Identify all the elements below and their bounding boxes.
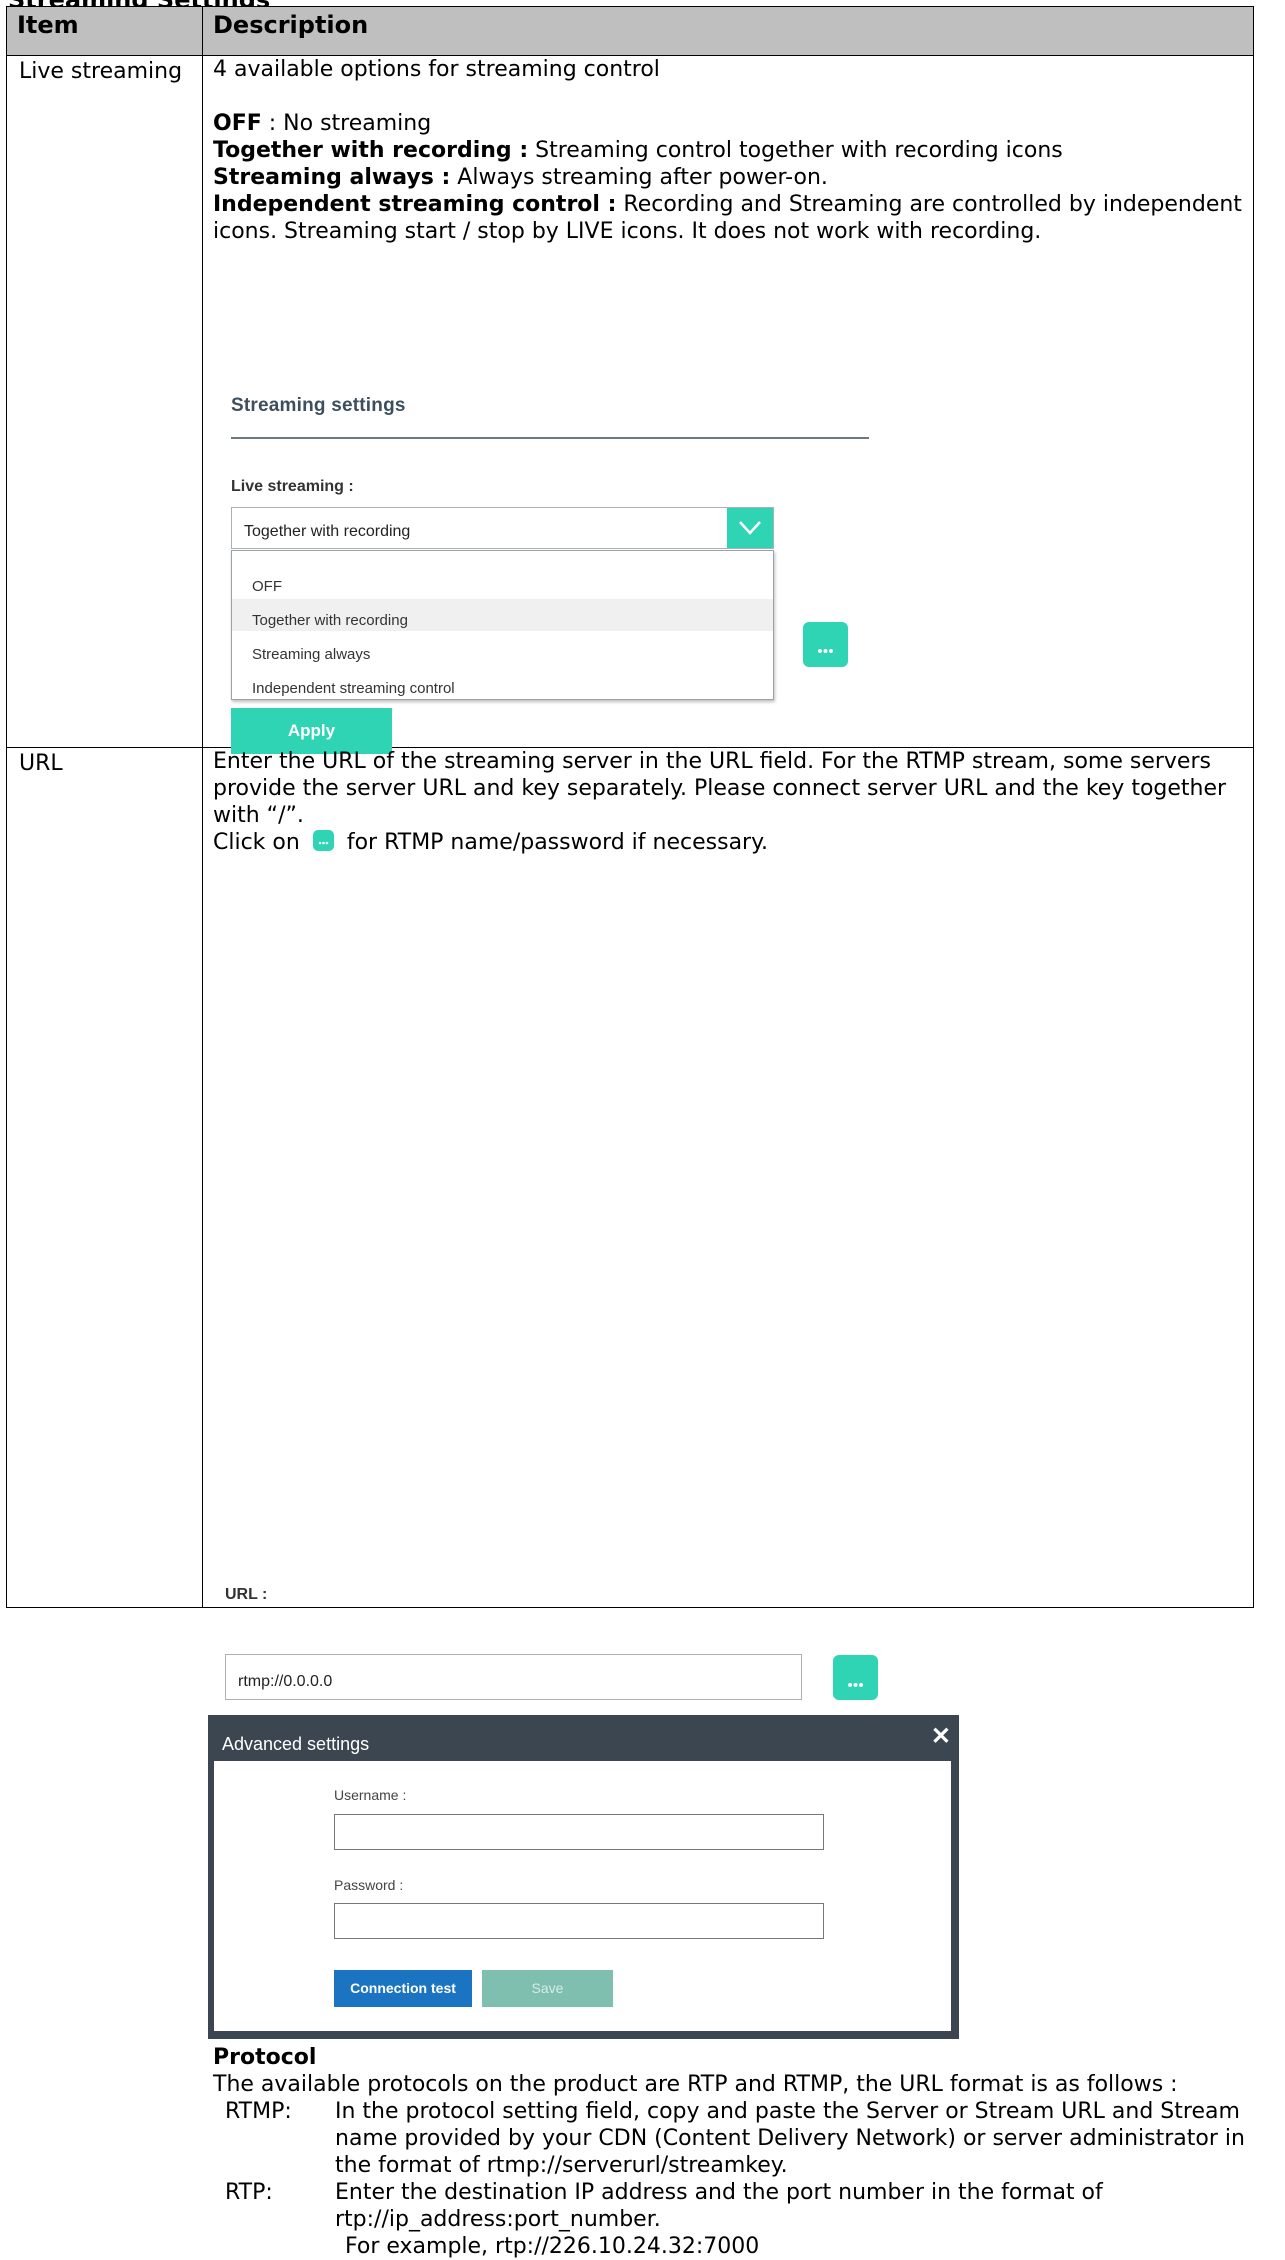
item-url: URL: [6, 747, 203, 1608]
item-live-streaming: Live streaming: [6, 55, 203, 748]
protocol-rtp: RTP: Enter the destination IP address an…: [213, 2179, 1273, 2233]
close-icon[interactable]: ✕: [931, 1723, 951, 1750]
dialog-body: Username : Password : Connection test Sa…: [214, 1761, 951, 2031]
live-streaming-dropdown: OFF Together with recording Streaming al…: [231, 550, 774, 700]
rtp-text: Enter the destination IP address and the…: [335, 2180, 1103, 2232]
streaming-settings-title: Streaming settings: [231, 395, 406, 416]
chevron-down-icon[interactable]: [727, 508, 773, 548]
protocol-intro: The available protocols on the product a…: [213, 2072, 1178, 2097]
dropdown-option-off[interactable]: OFF: [232, 565, 773, 597]
protocol-heading: Protocol: [213, 2045, 317, 2070]
option-independent: Independent streaming control : Recordin…: [213, 191, 1245, 245]
divider: [231, 437, 869, 439]
live-intro: 4 available options for streaming contro…: [213, 57, 660, 82]
live-streaming-label: Live streaming :: [231, 478, 354, 495]
connection-test-button[interactable]: Connection test: [334, 1970, 472, 2007]
option-together: Together with recording : Streaming cont…: [213, 137, 1245, 164]
option-name: OFF: [213, 111, 262, 136]
description-live-streaming: 4 available options for streaming contro…: [202, 55, 1254, 754]
more-dots-icon: [312, 830, 334, 851]
more-dots-icon[interactable]: [803, 622, 848, 667]
select-value: Together with recording: [244, 523, 411, 540]
dialog-title: Advanced settings: [222, 1734, 370, 1754]
rtp-key: RTP:: [225, 2180, 273, 2205]
protocol-section: Protocol The available protocols on the …: [213, 2044, 1273, 2260]
rtmp-key: RTMP:: [225, 2099, 292, 2124]
table-row-live-streaming: Live streaming 4 available options for s…: [6, 55, 1254, 754]
dialog-header: Advanced settings ✕: [210, 1717, 957, 1761]
option-off: OFF : No streaming: [213, 111, 432, 136]
url-value: rtmp://0.0.0.0: [238, 1673, 333, 1690]
advanced-settings-dialog: Advanced settings ✕ Username : Password …: [208, 1715, 959, 2039]
url-paragraph: Enter the URL of the streaming server in…: [213, 749, 1227, 828]
rtmp-text: In the protocol setting field, copy and …: [335, 2099, 1245, 2178]
save-button[interactable]: Save: [482, 1970, 613, 2007]
live-streaming-select[interactable]: Together with recording: [231, 507, 774, 549]
header-item: Item: [6, 6, 203, 56]
url-click-hint: Click on for RTMP name/password if neces…: [213, 830, 768, 855]
option-name: Streaming always :: [213, 165, 451, 190]
protocol-rtmp: RTMP: In the protocol setting field, cop…: [213, 2098, 1273, 2179]
password-label: Password :: [334, 1877, 404, 1893]
header-description: Description: [202, 6, 1254, 56]
table-row-url: URL Enter the URL of the streaming serve…: [6, 747, 1254, 2259]
dropdown-option-always[interactable]: Streaming always: [232, 633, 773, 665]
dropdown-option-together[interactable]: Together with recording: [232, 599, 773, 631]
url-input[interactable]: rtmp://0.0.0.0: [225, 1654, 802, 1700]
username-label: Username :: [334, 1787, 407, 1803]
password-input[interactable]: [334, 1903, 824, 1939]
more-dots-icon[interactable]: [833, 1655, 878, 1700]
dropdown-option-independent[interactable]: Independent streaming control: [232, 667, 773, 699]
option-name: Independent streaming control :: [213, 192, 617, 217]
username-input[interactable]: [334, 1814, 824, 1850]
description-url: Enter the URL of the streaming server in…: [202, 747, 1254, 2259]
option-always: Streaming always : Always streaming afte…: [213, 164, 1245, 191]
rtp-example: For example, rtp://226.10.24.32:7000: [345, 2234, 760, 2259]
option-text: Streaming control together with recordin…: [535, 138, 1063, 163]
option-text: Always streaming after power-on.: [457, 165, 828, 190]
option-name: Together with recording :: [213, 138, 529, 163]
option-text: No streaming: [283, 111, 432, 136]
settings-table: Item Description Live streaming 4 availa…: [6, 6, 1254, 2259]
